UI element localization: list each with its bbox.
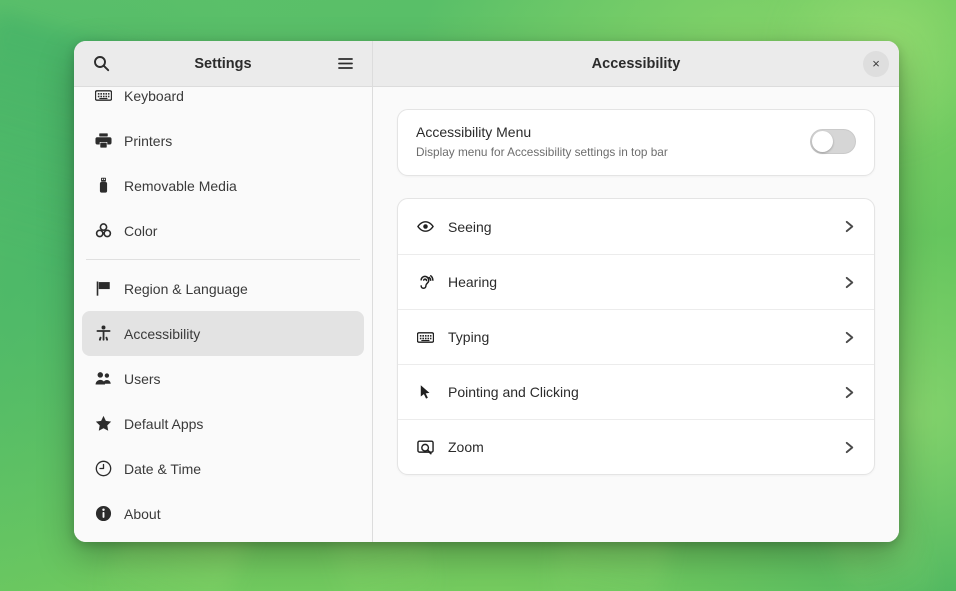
- keyboard-icon: [416, 328, 434, 346]
- settings-window: Settings Accessibility ×: [74, 41, 899, 542]
- list-item-hearing[interactable]: Hearing: [398, 254, 874, 309]
- sidebar-item-label: Color: [124, 223, 157, 239]
- sidebar-item-label: Keyboard: [124, 88, 184, 104]
- sidebar-item-printers[interactable]: Printers: [82, 118, 364, 163]
- users-icon: [94, 370, 112, 388]
- sidebar-item-label: Printers: [124, 133, 172, 149]
- sidebar-header: Settings: [74, 41, 373, 86]
- sidebar-item-removable-media[interactable]: Removable Media: [82, 163, 364, 208]
- sidebar-item-label: About: [124, 506, 161, 522]
- sidebar-item-label: Region & Language: [124, 281, 248, 297]
- accessibility-menu-subtitle: Display menu for Accessibility settings …: [416, 145, 798, 160]
- window-body: Keyboard Printers: [74, 87, 899, 542]
- list-item-label: Pointing and Clicking: [448, 384, 829, 400]
- list-item-zoom[interactable]: Zoom: [398, 419, 874, 474]
- accessibility-menu-row[interactable]: Accessibility Menu Display menu for Acce…: [398, 110, 874, 175]
- list-item-label: Hearing: [448, 274, 829, 290]
- sidebar-item-label: Default Apps: [124, 416, 203, 432]
- accessibility-sections-card: Seeing: [397, 198, 875, 475]
- usb-drive-icon: [94, 177, 112, 195]
- accessibility-person-icon: [94, 325, 112, 343]
- list-item-label: Typing: [448, 329, 829, 345]
- sidebar-item-users[interactable]: Users: [82, 356, 364, 401]
- sidebar-item-about[interactable]: About: [82, 491, 364, 536]
- accessibility-panel: Accessibility Menu Display menu for Acce…: [373, 87, 899, 542]
- list-item-typing[interactable]: Typing: [398, 309, 874, 364]
- search-button[interactable]: [86, 49, 116, 79]
- sidebar-item-region-language[interactable]: Region & Language: [82, 266, 364, 311]
- zoom-magnifier-icon: [416, 438, 434, 456]
- sidebar-separator: [86, 259, 360, 260]
- sidebar-scroll-area: Keyboard Printers: [82, 87, 364, 536]
- close-window-button[interactable]: ×: [863, 51, 889, 77]
- sidebar-title: Settings: [74, 56, 372, 72]
- list-item-pointing-and-clicking[interactable]: Pointing and Clicking: [398, 364, 874, 419]
- search-icon: [93, 55, 110, 72]
- sidebar-item-label: Accessibility: [124, 326, 200, 342]
- close-icon: ×: [872, 57, 880, 70]
- sidebar-item-label: Removable Media: [124, 178, 237, 194]
- sidebar-item-default-apps[interactable]: Default Apps: [82, 401, 364, 446]
- desktop-wallpaper: Settings Accessibility ×: [0, 0, 956, 591]
- printer-icon: [94, 132, 112, 150]
- clock-icon: [94, 460, 112, 478]
- chevron-right-icon: [843, 386, 856, 399]
- color-wheel-icon: [94, 222, 112, 240]
- list-item-label: Zoom: [448, 439, 829, 455]
- sidebar-item-date-time[interactable]: Date & Time: [82, 446, 364, 491]
- keyboard-icon: [94, 87, 112, 105]
- toggle-knob: [812, 131, 833, 152]
- main-menu-button[interactable]: [330, 49, 360, 79]
- ear-icon: [416, 273, 434, 291]
- sidebar-item-keyboard[interactable]: Keyboard: [82, 87, 364, 118]
- accessibility-menu-card: Accessibility Menu Display menu for Acce…: [397, 109, 875, 176]
- sidebar-item-label: Date & Time: [124, 461, 201, 477]
- page-title: Accessibility: [373, 56, 899, 72]
- list-item-seeing[interactable]: Seeing: [398, 199, 874, 254]
- hamburger-menu-icon: [337, 55, 354, 72]
- chevron-right-icon: [843, 220, 856, 233]
- accessibility-menu-toggle[interactable]: [810, 129, 856, 154]
- star-icon: [94, 415, 112, 433]
- accessibility-menu-text: Accessibility Menu Display menu for Acce…: [416, 123, 798, 160]
- main-header: Accessibility ×: [373, 41, 899, 86]
- settings-sidebar[interactable]: Keyboard Printers: [74, 87, 373, 542]
- sidebar-item-label: Users: [124, 371, 161, 387]
- info-icon: [94, 505, 112, 523]
- sidebar-item-color[interactable]: Color: [82, 208, 364, 253]
- flag-icon: [94, 280, 112, 298]
- chevron-right-icon: [843, 331, 856, 344]
- chevron-right-icon: [843, 441, 856, 454]
- cursor-arrow-icon: [416, 383, 434, 401]
- eye-icon: [416, 218, 434, 236]
- window-titlebar: Settings Accessibility ×: [74, 41, 899, 87]
- accessibility-menu-title: Accessibility Menu: [416, 123, 798, 142]
- chevron-right-icon: [843, 276, 856, 289]
- list-item-label: Seeing: [448, 219, 829, 235]
- sidebar-item-accessibility[interactable]: Accessibility: [82, 311, 364, 356]
